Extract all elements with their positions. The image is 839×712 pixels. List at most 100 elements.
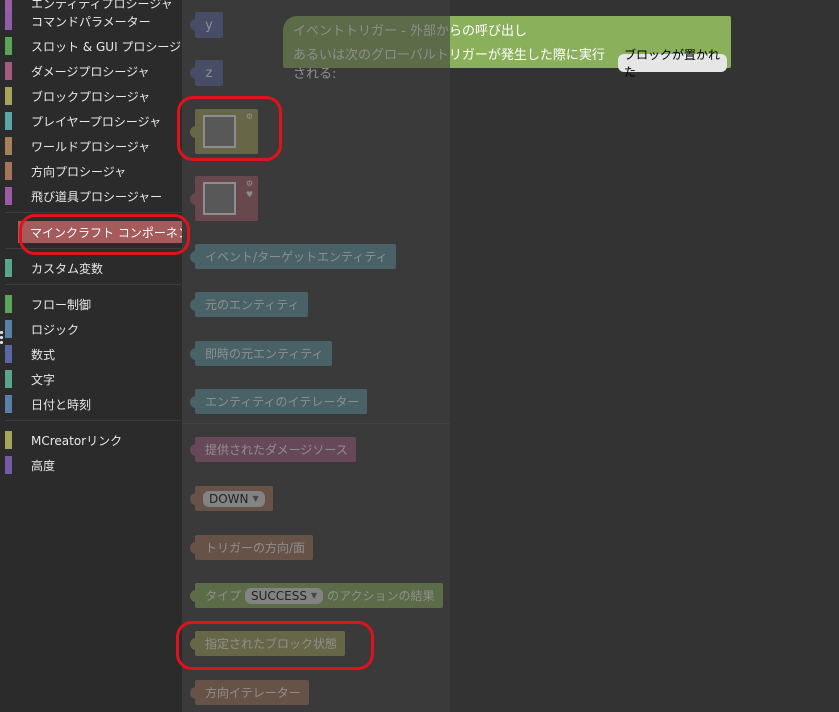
category-separator <box>5 248 181 249</box>
sidebar-category[interactable]: ブロックプロシージャ <box>5 85 181 107</box>
sidebar-category[interactable]: 数式 <box>5 343 181 365</box>
sidebar-category[interactable]: 飛び道具プロシージャー <box>5 185 181 207</box>
sidebar-category[interactable]: カスタム変数 <box>5 257 181 279</box>
sidebar-category[interactable]: フロー制御 <box>5 293 181 315</box>
chevron-down-icon: ▼ <box>252 494 259 503</box>
category-separator <box>5 420 181 421</box>
category-label: 高度 <box>31 458 56 473</box>
event-trigger-block[interactable]: イベントトリガー - 外部からの呼び出し あるいは次のグローバルトリガーが発生し… <box>283 16 731 82</box>
provided-damage-source-label: 提供されたダメージソース <box>205 443 348 457</box>
event-trigger-description: あるいは次のグローバルトリガーが発生した際に実行される: ブロックが置かれた <box>293 44 731 82</box>
sidebar-category[interactable]: MCreatorリンク <box>5 429 181 451</box>
direction-constant-block[interactable]: DOWN ▼ <box>190 486 273 511</box>
sidebar-category[interactable]: スロット & GUI プロシージャ <box>5 35 193 57</box>
specified-blockstate-block[interactable]: 指定されたブロック状態 <box>190 631 346 656</box>
sidebar-category[interactable]: 日付と時刻 <box>5 393 181 415</box>
action-result-suffix: のアクションの結果 <box>327 589 435 603</box>
event-target-entity-block[interactable]: イベント/ターゲットエンティティ <box>190 244 396 269</box>
action-result-dropdown-value: SUCCESS <box>251 588 307 603</box>
category-color-swatch <box>5 456 12 474</box>
category-color-swatch <box>5 320 12 338</box>
direction-iterator-block[interactable]: 方向イテレーター <box>190 680 309 705</box>
category-label: ワールドプロシージャ <box>31 139 151 154</box>
category-label: ダメージプロシージャ <box>31 64 150 79</box>
action-result-prefix: タイプ <box>205 589 242 603</box>
heart-icon: ♥ <box>245 190 253 199</box>
category-label: 飛び道具プロシージャー <box>31 189 163 204</box>
event-target-entity-label: イベント/ターゲットエンティティ <box>205 250 388 264</box>
global-trigger-dropdown[interactable]: ブロックが置かれた <box>618 48 727 79</box>
category-separator <box>5 284 181 285</box>
category-color-swatch <box>5 345 12 363</box>
category-color-swatch <box>5 395 12 413</box>
sidebar-category[interactable]: プレイヤープロシージャ <box>5 110 181 132</box>
category-label: MCreatorリンク <box>31 433 123 448</box>
category-label: 方向プロシージャ <box>31 164 127 179</box>
category-color-swatch <box>5 137 12 155</box>
action-result-dropdown[interactable]: SUCCESS ▼ <box>245 587 324 604</box>
source-entity-block[interactable]: 元のエンティティ <box>190 292 308 317</box>
category-color-swatch <box>5 187 12 205</box>
category-color-swatch <box>5 87 12 105</box>
gear-icon[interactable]: ⚙ <box>246 179 253 188</box>
source-entity-label: 元のエンティティ <box>205 298 300 312</box>
category-label: カスタム変数 <box>31 261 104 276</box>
entity-iterator-label: エンティティのイテレーター <box>205 395 360 409</box>
item-image-slot <box>203 182 236 215</box>
sidebar-category[interactable]: 文字 <box>5 368 181 390</box>
category-label: ブロックプロシージャ <box>31 89 151 104</box>
category-label: 数式 <box>31 347 56 362</box>
sidebar-category[interactable]: 方向プロシージャ <box>5 160 181 182</box>
sidebar-category[interactable]: ダメージプロシージャ <box>5 60 181 82</box>
flyout-divider <box>182 423 450 424</box>
category-color-swatch <box>5 37 12 55</box>
variable-y-label: y <box>205 17 213 33</box>
entity-iterator-block[interactable]: エンティティのイテレーター <box>190 389 368 414</box>
trigger-face-block[interactable]: トリガーの方向/面 <box>190 535 314 560</box>
chevron-down-icon: ▼ <box>311 591 318 600</box>
category-sidebar: エンティティプロシージャ コマンドパラメーター スロット & GUI プロシージャダ… <box>0 0 202 712</box>
category-color-swatch <box>5 370 12 388</box>
resize-grip[interactable] <box>0 331 3 347</box>
direction-dropdown[interactable]: DOWN ▼ <box>203 490 265 507</box>
category-color-swatch <box>5 112 12 130</box>
sidebar-category[interactable]: 高度 <box>5 454 181 476</box>
category-color-swatch <box>5 295 12 313</box>
category-separator <box>5 212 181 213</box>
direction-dropdown-value: DOWN <box>209 491 249 506</box>
immediate-source-entity-label: 即時の元エンティティ <box>205 347 324 361</box>
gear-icon[interactable]: ⚙ <box>246 112 253 121</box>
category-color-swatch <box>5 162 12 180</box>
block-item-slot-block[interactable]: ⚙ <box>190 109 258 154</box>
category-label: フロー制御 <box>31 297 92 312</box>
variable-z-block[interactable]: z <box>190 60 223 86</box>
trigger-face-label: トリガーの方向/面 <box>205 541 306 555</box>
provided-damage-source-block[interactable]: 提供されたダメージソース <box>190 437 356 462</box>
immediate-source-entity-block[interactable]: 即時の元エンティティ <box>190 341 332 366</box>
event-trigger-description-text: あるいは次のグローバルトリガーが発生した際に実行される: <box>293 48 605 82</box>
category-color-swatch <box>5 431 12 449</box>
category-label: コマンドパラメーター <box>31 14 151 29</box>
event-trigger-title: イベントトリガー - 外部からの呼び出し <box>293 24 527 39</box>
category-label: プレイヤープロシージャ <box>31 114 162 129</box>
category-color-swatch <box>5 12 12 30</box>
category-label: 文字 <box>31 372 56 387</box>
direction-iterator-label: 方向イテレーター <box>205 686 301 700</box>
category-label: スロット & GUI プロシージャ <box>31 39 193 54</box>
action-result-block[interactable]: タイプ SUCCESS ▼ のアクションの結果 <box>190 583 443 608</box>
sidebar-category[interactable]: ロジック <box>5 318 181 340</box>
sidebar-category[interactable]: ワールドプロシージャ <box>5 135 181 157</box>
sidebar-category[interactable]: コマンドパラメーター <box>5 10 181 32</box>
category-label: 日付と時刻 <box>31 397 92 412</box>
category-label: マインクラフト コンポーネント <box>30 225 202 240</box>
variable-y-block[interactable]: y <box>190 12 223 38</box>
category-color-swatch <box>5 62 12 80</box>
block-image-slot <box>203 115 236 148</box>
specified-blockstate-label: 指定されたブロック状態 <box>205 637 338 651</box>
category-color-swatch <box>5 259 12 277</box>
variable-z-label: z <box>205 65 213 81</box>
item-stack-block[interactable]: ⚙ ♥ <box>190 176 258 221</box>
global-trigger-value: ブロックが置かれた <box>624 48 721 79</box>
sidebar-category[interactable]: マインクラフト コンポーネント <box>18 221 202 243</box>
category-label: ロジック <box>31 322 80 337</box>
